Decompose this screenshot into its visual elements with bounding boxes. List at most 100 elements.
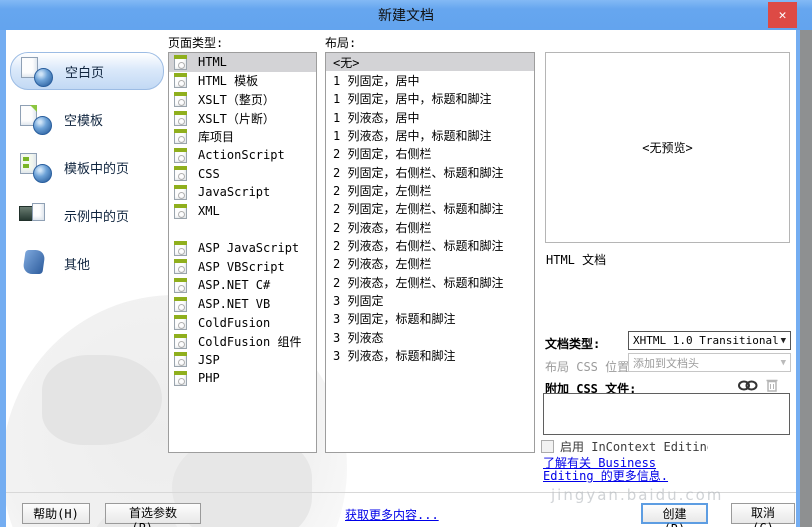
doctype-dropdown[interactable]: XHTML 1.0 Transitional ▼ xyxy=(628,331,791,350)
sidebar-item-label: 模板中的页 xyxy=(64,161,130,177)
close-icon[interactable]: ✕ xyxy=(768,2,797,28)
document-file-icon xyxy=(174,203,187,219)
document-file-icon xyxy=(174,315,187,331)
page-type-item-label: ColdFusion xyxy=(198,315,271,330)
doctype-value: XHTML 1.0 Transitional xyxy=(633,334,779,347)
sidebar-item-label: 空模板 xyxy=(64,113,104,129)
dialog-footer: 帮助(H) 首选参数(P)... 获取更多内容... 创建(R) 取消(C) xyxy=(6,492,796,527)
layout-css-location-label: 布局 CSS 位置: xyxy=(545,360,637,374)
layout-item[interactable]: 1 列液态，居中，标题和脚注 xyxy=(326,126,534,144)
chevron-down-icon: ▼ xyxy=(780,335,786,346)
document-file-icon xyxy=(174,110,187,126)
layout-item[interactable]: 3 列液态 xyxy=(326,328,534,346)
layout-item[interactable]: 3 列固定 xyxy=(326,291,534,309)
page-type-item-label: ASP.NET C# xyxy=(198,278,271,293)
layout-item[interactable]: 3 列液态，标题和脚注 xyxy=(326,347,534,365)
attach-css-file-listbox[interactable] xyxy=(543,393,790,435)
page-type-item-label: XML xyxy=(198,204,220,219)
other-ribbon-icon xyxy=(18,247,54,279)
sidebar-item-label: 示例中的页 xyxy=(64,209,130,225)
learn-more-link[interactable]: 了解有关 Business Editing 的更多信息. xyxy=(543,457,668,483)
layout-item[interactable]: 2 列固定，右侧栏 xyxy=(326,145,534,163)
layout-item[interactable]: 2 列液态，左侧栏 xyxy=(326,255,534,273)
layout-item[interactable]: 2 列固定，右侧栏、标题和脚注 xyxy=(326,163,534,181)
document-file-icon xyxy=(174,91,187,107)
attach-link-icon[interactable] xyxy=(738,379,758,392)
page-type-item[interactable]: ActionScript xyxy=(169,146,316,165)
page-type-listbox[interactable]: HTML HTML 模板 XSLT（整页） XSLT（片断） 库项目 ActionScri… xyxy=(168,52,317,453)
category-sidebar: 空白页空模板模板中的页示例中的页其他 xyxy=(6,38,166,458)
layout-item[interactable]: <无> xyxy=(326,53,534,72)
layout-preview-box: <无预览> xyxy=(545,52,790,243)
help-button[interactable]: 帮助(H) xyxy=(22,503,90,524)
dialog-title: 新建文档 xyxy=(378,8,434,24)
doctype-label: 文档类型: xyxy=(545,337,601,351)
layout-item-label: 2 列液态，右侧栏 xyxy=(333,220,432,235)
page-type-item-label: XSLT（整页） xyxy=(198,92,275,107)
layout-item[interactable]: 1 列液态，居中 xyxy=(326,108,534,126)
document-file-icon xyxy=(174,333,187,349)
window-left-border xyxy=(0,30,6,527)
layout-item-label: 2 列液态，右侧栏、标题和脚注 xyxy=(333,239,504,254)
layout-item-label: 1 列液态，居中，标题和脚注 xyxy=(333,129,492,144)
page-type-item[interactable]: ColdFusion 组件 xyxy=(169,332,316,351)
cancel-button[interactable]: 取消(C) xyxy=(731,503,795,527)
sidebar-item[interactable]: 空模板 xyxy=(10,100,164,138)
page-type-item[interactable]: XSLT（片断） xyxy=(169,109,316,128)
layout-listbox[interactable]: <无> 1 列固定，居中 1 列固定，居中，标题和脚注 1 列液态，居中 1 列液态，居… xyxy=(325,52,535,453)
chevron-down-icon: ▼ xyxy=(780,357,786,368)
sidebar-item[interactable]: 示例中的页 xyxy=(10,196,164,234)
sidebar-item[interactable]: 其他 xyxy=(10,244,164,282)
page-type-item-label: XSLT（片断） xyxy=(198,111,275,126)
layout-item[interactable]: 2 列固定，左侧栏、标题和脚注 xyxy=(326,200,534,218)
remove-css-trash-icon xyxy=(766,379,778,392)
sidebar-item[interactable]: 模板中的页 xyxy=(10,148,164,186)
layout-item-label: 1 列固定，居中 xyxy=(333,74,420,89)
layout-item[interactable]: 2 列液态，右侧栏、标题和脚注 xyxy=(326,236,534,254)
document-file-icon xyxy=(174,54,187,70)
document-file-icon xyxy=(174,296,187,312)
layout-column-label: 布局: xyxy=(325,36,357,50)
page-type-item-label: JSP xyxy=(198,352,220,367)
page-type-item[interactable]: PHP xyxy=(169,369,316,388)
preferences-button[interactable]: 首选参数(P)... xyxy=(105,503,201,527)
page-type-item[interactable]: HTML xyxy=(169,53,316,72)
create-button[interactable]: 创建(R) xyxy=(641,503,708,527)
layout-item[interactable]: 2 列液态，右侧栏 xyxy=(326,218,534,236)
page-type-item-label: ASP VBScript xyxy=(198,259,285,274)
enable-incontext-label: 启用 InContext Editing xyxy=(560,440,708,454)
page-type-item[interactable]: ASP.NET VB xyxy=(169,295,316,314)
page-type-item[interactable]: ASP.NET C# xyxy=(169,276,316,295)
document-file-icon xyxy=(174,277,187,293)
document-file-icon xyxy=(174,352,187,368)
page-type-item[interactable]: XML xyxy=(169,202,316,221)
layout-item-label: 1 列液态，居中 xyxy=(333,110,420,125)
page-type-item[interactable]: ASP VBScript xyxy=(169,258,316,277)
sidebar-item[interactable]: 空白页 xyxy=(10,52,164,90)
layout-css-location-value: 添加到文档头 xyxy=(633,356,699,370)
layout-item-label: 3 列液态，标题和脚注 xyxy=(333,349,456,364)
page-type-item[interactable]: JSP xyxy=(169,351,316,370)
enable-incontext-checkbox[interactable] xyxy=(541,440,554,453)
layout-item-label: 2 列固定，左侧栏、标题和脚注 xyxy=(333,202,504,217)
layout-item-label: 3 列液态 xyxy=(333,330,384,345)
page-from-template-globe-icon xyxy=(18,151,54,183)
page-type-item[interactable]: XSLT（整页） xyxy=(169,90,316,109)
layout-item[interactable]: 1 列固定，居中 xyxy=(326,71,534,89)
page-type-item-label: ASP.NET VB xyxy=(198,297,271,312)
page-type-item[interactable]: CSS xyxy=(169,165,316,184)
page-type-column-label: 页面类型: xyxy=(168,36,224,50)
layout-item[interactable]: 3 列固定，标题和脚注 xyxy=(326,310,534,328)
page-type-item[interactable]: HTML 模板 xyxy=(169,72,316,91)
layout-item-label: 2 列固定，左侧栏 xyxy=(333,184,432,199)
layout-item[interactable]: 1 列固定，居中，标题和脚注 xyxy=(326,90,534,108)
layout-css-location-dropdown: 添加到文档头 ▼ xyxy=(628,353,791,372)
page-type-item[interactable]: ASP JavaScript xyxy=(169,239,316,258)
layout-item[interactable]: 2 列固定，左侧栏 xyxy=(326,181,534,199)
layout-item[interactable]: 2 列液态，左侧栏、标题和脚注 xyxy=(326,273,534,291)
page-type-item-label: JavaScript xyxy=(198,185,271,200)
page-type-item[interactable]: 库项目 xyxy=(169,127,316,146)
page-type-item[interactable]: ColdFusion xyxy=(169,313,316,332)
get-more-content-link[interactable]: 获取更多内容... xyxy=(345,506,439,523)
page-type-item[interactable]: JavaScript xyxy=(169,183,316,202)
